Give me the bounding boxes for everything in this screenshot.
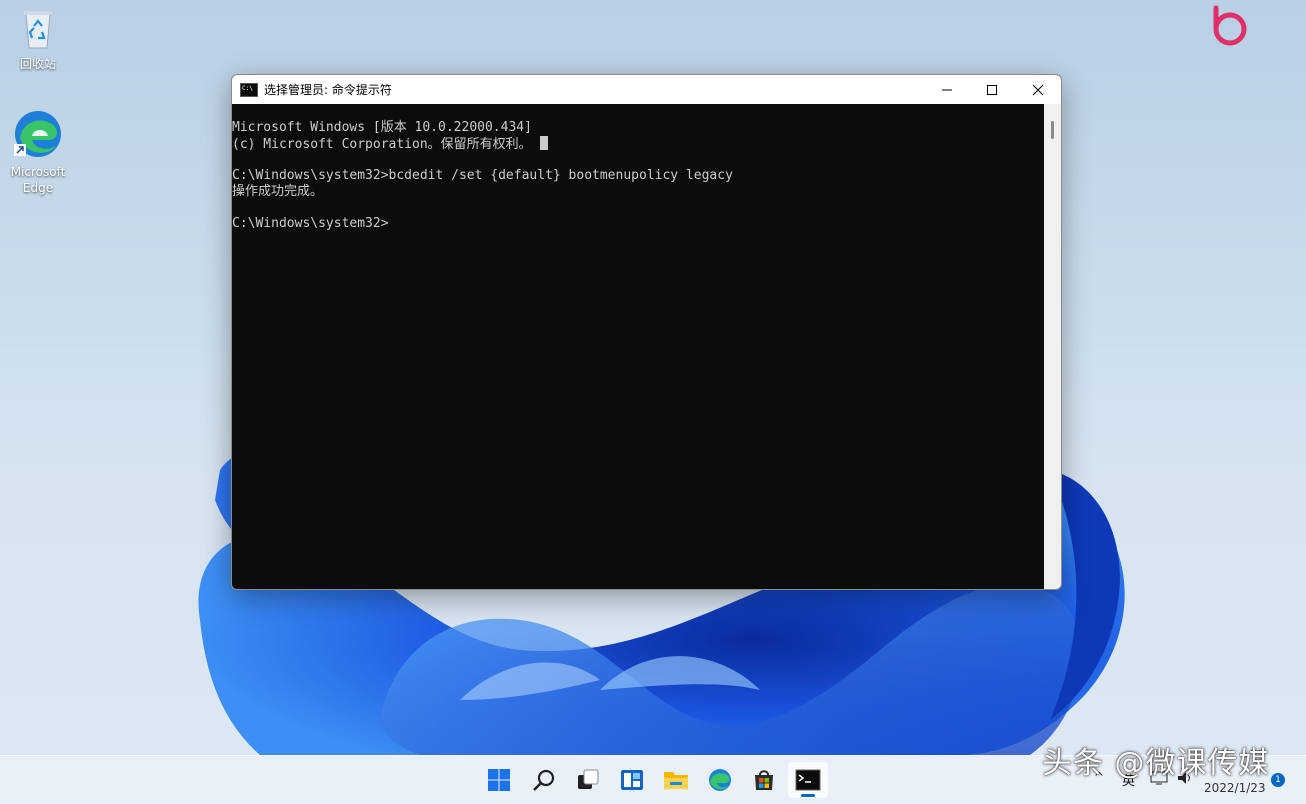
edge-icon	[709, 769, 731, 791]
console-line: C:\Windows\system32>bcdedit /set {defaul…	[232, 168, 733, 183]
task-view-icon	[578, 769, 599, 789]
taskbar-file-explorer-button[interactable]	[656, 762, 696, 798]
taskbar-edge-button[interactable]	[700, 762, 740, 798]
text-cursor	[539, 136, 548, 150]
command-prompt-icon	[795, 769, 821, 791]
close-button[interactable]	[1015, 75, 1061, 104]
close-icon	[1032, 84, 1044, 95]
widgets-icon	[621, 770, 643, 790]
console-line-with-cursor: (c) Microsoft Corporation。保留所有权利。	[232, 136, 1044, 152]
store-icon	[755, 770, 773, 790]
vertical-scrollbar[interactable]	[1044, 104, 1061, 589]
desktop-icon-edge[interactable]: Microsoft Edge	[3, 108, 73, 196]
recycle-bin-icon	[24, 11, 52, 49]
window-titlebar[interactable]: 选择管理员: 命令提示符	[232, 75, 1061, 104]
console-line: Microsoft Windows [版本 10.0.22000.434]	[232, 120, 532, 135]
brand-logo-icon	[1213, 5, 1247, 46]
edge-label: Microsoft Edge	[10, 165, 66, 195]
maximize-icon	[987, 84, 997, 95]
windows-start-icon	[488, 769, 510, 791]
console-line: 操作成功完成。	[232, 184, 324, 199]
console-output[interactable]: Microsoft Windows [版本 10.0.22000.434] (c)…	[232, 104, 1044, 589]
maximize-button[interactable]	[969, 75, 1015, 104]
minimize-button[interactable]	[924, 75, 970, 104]
edge-icon	[14, 111, 61, 157]
console-line: (c) Microsoft Corporation。保留所有权利。	[232, 137, 532, 152]
folder-icon	[664, 772, 688, 789]
minimize-icon	[942, 89, 952, 90]
taskbar-start-button[interactable]	[479, 762, 519, 798]
clock-date[interactable]: 2022/1/23	[1204, 781, 1266, 795]
window-title: 选择管理员: 命令提示符	[264, 83, 392, 97]
taskbar-store-button[interactable]	[744, 762, 784, 798]
taskbar-search-button[interactable]	[524, 762, 564, 798]
watermark-text: 头条 @微课传媒	[1042, 746, 1270, 781]
taskbar-command-prompt-button[interactable]	[788, 762, 828, 798]
scrollbar-thumb[interactable]	[1051, 121, 1054, 139]
taskbar-widgets-button[interactable]	[612, 762, 652, 798]
recycle-bin-label: 回收站	[19, 57, 56, 71]
console-prompt-line: C:\Windows\system32>	[232, 216, 389, 231]
notification-badge[interactable]: 1	[1271, 773, 1285, 787]
taskbar-task-view-button[interactable]	[568, 762, 608, 798]
desktop-icon-recycle-bin[interactable]: 回收站	[3, 8, 73, 72]
command-prompt-window[interactable]: 选择管理员: 命令提示符 Microsoft Windows [版本 10.0.…	[231, 74, 1062, 590]
search-icon	[533, 769, 555, 791]
command-prompt-icon	[240, 82, 258, 97]
